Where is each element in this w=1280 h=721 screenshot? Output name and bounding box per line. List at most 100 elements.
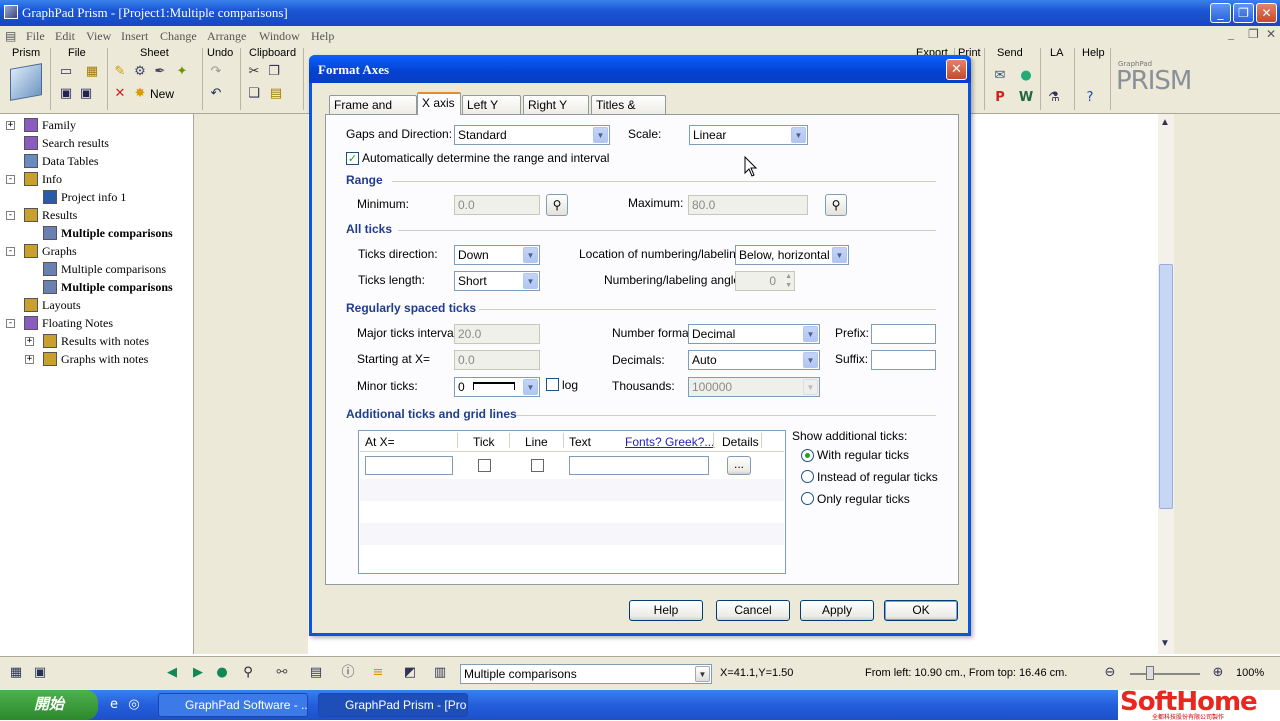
tree-item[interactable]: Info	[42, 170, 62, 188]
maximize-button[interactable]: ❐	[1233, 3, 1254, 23]
tree-item[interactable]: Results with notes	[61, 332, 149, 350]
tree-expander[interactable]: +	[25, 337, 34, 346]
powerpoint-icon[interactable]: P	[992, 90, 1008, 106]
zoom-slider-track[interactable]	[1130, 673, 1200, 675]
scroll-up-icon[interactable]: ▲	[1160, 117, 1170, 128]
tab-x-axis[interactable]: X axis	[417, 92, 461, 115]
tree-item[interactable]: Floating Notes	[42, 314, 113, 332]
radio-instead-of-regular[interactable]	[801, 470, 814, 483]
layout-sheet-icon[interactable]: ▥	[432, 665, 448, 681]
fonts-greek-link[interactable]: Fonts? Greek?...	[625, 435, 714, 449]
scroll-thumb[interactable]	[1159, 264, 1173, 509]
tree-expander[interactable]: -	[6, 319, 15, 328]
menu-window[interactable]: Window	[259, 29, 300, 44]
apply-button[interactable]: Apply	[800, 600, 874, 621]
taskbar-task-browser[interactable]: GraphPad Software - ...	[158, 693, 308, 717]
quicklaunch-icon[interactable]: ◎	[126, 697, 142, 713]
word-icon[interactable]: W	[1018, 90, 1034, 106]
tree-expander[interactable]: -	[6, 175, 15, 184]
menu-edit[interactable]: Edit	[55, 29, 75, 44]
next-sheet-icon[interactable]: ▶	[190, 665, 206, 681]
window-close-button[interactable]: ✕	[1256, 3, 1277, 23]
tab-left-y-axis[interactable]: Left Y axis	[462, 95, 521, 130]
undo-icon[interactable]: ↶	[208, 86, 224, 102]
tree-item[interactable]: Data Tables	[42, 152, 99, 170]
menu-view[interactable]: View	[86, 29, 111, 44]
thousands-select[interactable]: 100000 ▼	[688, 377, 820, 397]
tree-item[interactable]: Family	[42, 116, 76, 134]
graph-sheet-icon[interactable]: ◩	[402, 665, 418, 681]
tree-expander[interactable]: -	[6, 247, 15, 256]
cut-icon[interactable]: ✂	[246, 64, 262, 80]
paste-icon[interactable]: ▤	[268, 86, 284, 102]
prefix-input[interactable]	[871, 324, 936, 344]
radio-only-regular[interactable]	[801, 492, 814, 505]
text-input[interactable]	[569, 456, 709, 475]
sheet-select[interactable]: Multiple comparisons ▼	[460, 664, 712, 684]
log-checkbox[interactable]	[546, 378, 559, 391]
menu-insert[interactable]: Insert	[121, 29, 148, 44]
starting-at-input[interactable]: 0.0	[454, 350, 540, 370]
prev-sheet-icon[interactable]: ◀	[164, 665, 180, 681]
copy-icon[interactable]: ❐	[266, 64, 282, 80]
maximum-input[interactable]: 80.0	[688, 195, 808, 215]
data-sheet-icon[interactable]: ▤	[308, 665, 324, 681]
help-icon[interactable]: ?	[1082, 90, 1098, 106]
redo-icon[interactable]: ↷	[208, 64, 224, 80]
scroll-down-icon[interactable]: ▼	[1160, 638, 1170, 649]
save-as-icon[interactable]: ▣	[78, 86, 94, 102]
help-button[interactable]: Help	[629, 600, 703, 621]
tree-item[interactable]: Layouts	[42, 296, 81, 314]
delete-sheet-icon[interactable]: ✕	[112, 86, 128, 102]
taskbar-task-prism[interactable]: GraphPad Prism - [Pro...	[318, 693, 468, 717]
ok-button[interactable]: OK	[884, 600, 958, 621]
minimize-button[interactable]: _	[1210, 3, 1231, 23]
link-chain-icon[interactable]: ⚯	[274, 665, 290, 681]
tree-item[interactable]: Multiple comparisons	[61, 260, 166, 278]
open-file-icon[interactable]: ▦	[84, 64, 100, 80]
minor-ticks-select[interactable]: 0 ▼	[454, 377, 540, 397]
tree-item[interactable]: Multiple comparisons	[61, 224, 173, 242]
suffix-input[interactable]	[871, 350, 936, 370]
view-grid-icon[interactable]: ▣	[32, 665, 48, 681]
mdi-restore-icon[interactable]: ❐	[1248, 27, 1259, 42]
globe-icon[interactable]: ●	[1018, 68, 1034, 84]
major-interval-input[interactable]: 20.0	[454, 324, 540, 344]
gaps-direction-select[interactable]: Standard ▼	[454, 125, 610, 145]
tree-item[interactable]: Search results	[42, 134, 109, 152]
menu-help[interactable]: Help	[311, 29, 334, 44]
dropper-icon[interactable]: ✒	[152, 64, 168, 80]
tree-expander[interactable]: -	[6, 211, 15, 220]
zoom-slider-handle[interactable]	[1146, 666, 1154, 680]
details-button[interactable]: ...	[727, 456, 751, 475]
wand-icon[interactable]: ✦	[174, 64, 190, 80]
tree-item[interactable]: Multiple comparisons	[61, 278, 173, 296]
tree-expander[interactable]: +	[25, 355, 34, 364]
pencil-icon[interactable]: ✎	[112, 64, 128, 80]
ticks-length-select[interactable]: Short ▼	[454, 271, 540, 291]
ticks-direction-select[interactable]: Down ▼	[454, 245, 540, 265]
tab-right-y-axis[interactable]: Right Y axis	[523, 95, 589, 130]
new-sheet-icon[interactable]: ✸	[132, 86, 148, 102]
new-sheet-label[interactable]: New	[150, 87, 174, 101]
vertical-scrollbar[interactable]: ▲ ▼	[1158, 114, 1174, 654]
tab-titles-fonts[interactable]: Titles & Fonts	[591, 95, 666, 130]
tree-item[interactable]: Graphs with notes	[61, 350, 148, 368]
ie-icon[interactable]: e	[106, 697, 122, 713]
tree-expander[interactable]: +	[6, 121, 15, 130]
results-sheet-icon[interactable]: ≡	[370, 665, 386, 681]
tree-item[interactable]: Results	[42, 206, 77, 224]
stepper-arrows-icon[interactable]: ▲ ▼	[785, 272, 792, 290]
goto-sheet-icon[interactable]: ●	[214, 665, 230, 681]
tree-item[interactable]: Graphs	[42, 242, 77, 260]
menu-change[interactable]: Change	[160, 29, 197, 44]
new-file-icon[interactable]: ▭	[58, 64, 74, 80]
view-thumbnails-icon[interactable]: ▦	[8, 665, 24, 681]
tab-frame-and-origin[interactable]: Frame and Origin	[329, 95, 417, 130]
mdi-minimize-icon[interactable]: _	[1228, 27, 1234, 42]
line-checkbox[interactable]	[531, 459, 544, 472]
minimum-input[interactable]: 0.0	[454, 195, 540, 215]
binoculars-icon[interactable]: ⚲	[240, 665, 256, 681]
paste-special-icon[interactable]: ❏	[246, 86, 262, 102]
info-sheet-icon[interactable]: ⓘ	[340, 665, 356, 681]
